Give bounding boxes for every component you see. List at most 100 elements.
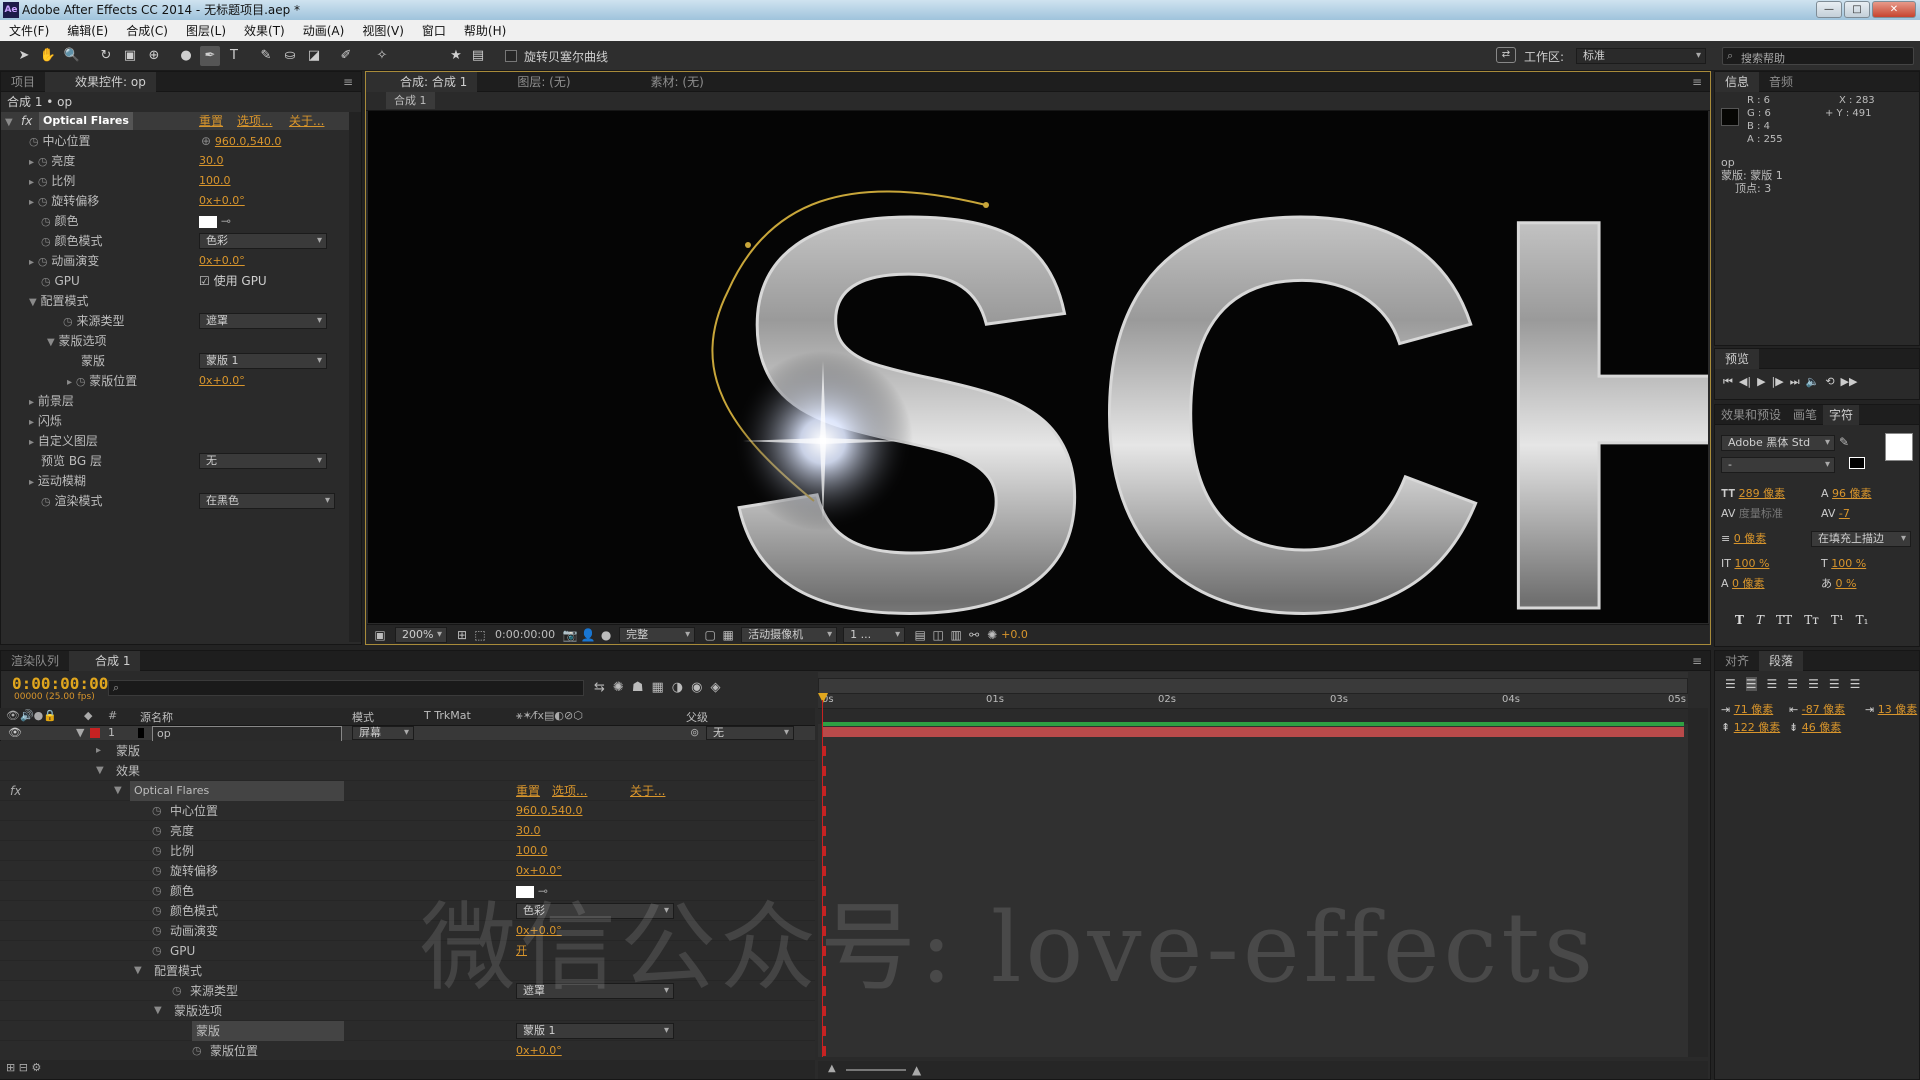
zoom-out-icon[interactable]: ▲ [828,1063,836,1074]
mask-vertex[interactable] [745,242,751,248]
tl-row-value[interactable]: 0x+0.0° [516,1041,562,1061]
prop-row-motion-blur[interactable]: ▸ 运动模糊 [29,472,86,490]
stopwatch-icon[interactable]: ◷ [38,155,48,168]
keyframe-marker[interactable] [822,1046,826,1056]
minimize-button[interactable]: — [1816,1,1842,18]
prop-scale-value[interactable]: 100.0 [199,172,231,190]
col-trkmat[interactable]: T TrkMat [424,709,471,722]
tab-composition[interactable]: 合成: 合成 1 [366,71,478,92]
prop-row-foreground[interactable]: ▸ 前景层 [29,392,74,410]
stopwatch-icon[interactable]: ◷ [41,495,51,508]
fill-color-swatch[interactable] [1885,433,1913,461]
tl-mask-select[interactable]: 蒙版 1 [516,1023,674,1039]
superscript-button[interactable]: T¹ [1831,613,1844,627]
tab-character[interactable]: 字符 [1823,404,1860,425]
prop-evolution-value[interactable]: 0x+0.0° [199,252,245,270]
expand-icon[interactable]: ▼ [76,726,84,740]
brainstorm-icon[interactable]: ◉ [691,680,702,695]
tab-audio[interactable]: 音频 [1759,72,1803,92]
prop-mask-position-value[interactable]: 0x+0.0° [199,372,245,390]
prop-row-gpu[interactable]: ◷ GPU [41,272,80,290]
prop-row-custom-layer[interactable]: ▸ 自定义图层 [29,432,98,450]
stopwatch-icon[interactable]: ◷ [152,821,162,841]
font-size-value[interactable]: 289 像素 [1739,487,1786,500]
visibility-icon[interactable]: 👁 [8,726,22,740]
camera-tool-icon[interactable]: ▣ [120,46,140,66]
play-icon[interactable]: ▶ [1757,375,1765,389]
stopwatch-icon[interactable]: ◷ [29,135,39,148]
zoom-in-icon[interactable]: ▲ [912,1063,921,1077]
space-before-value[interactable]: 122 像素 [1734,721,1781,734]
menu-view[interactable]: 视图(V) [353,22,413,39]
fast-preview-icon[interactable]: ◫ [929,627,947,643]
expand-pane-icon[interactable]: ⊞ [6,1061,15,1074]
subscript-button[interactable]: T₁ [1856,613,1869,627]
tl-row-value[interactable]: 100.0 [516,841,548,861]
maximize-button[interactable]: □ [1844,1,1870,18]
stroke-type-select[interactable]: 在填充上描边 [1811,531,1911,547]
tl-row-optical-flares[interactable]: fx ▼ Optical Flares 重置 选项... 关于... [0,781,815,801]
prop-row-flicker[interactable]: ▸ 闪烁 [29,412,62,430]
reset-exposure-icon[interactable]: ✺ [983,627,1001,643]
safe-zones-icon[interactable]: ⊞ [453,627,471,643]
views-select[interactable]: 1 ... [843,626,906,643]
workspace-icon[interactable]: ⇄ [1496,47,1516,63]
tracking-field[interactable]: AV -7 [1821,505,1850,523]
tl-fx-reset-link[interactable]: 重置 [516,781,540,801]
horizontal-scale-field[interactable]: T 100 % [1821,555,1866,573]
timeline-scrollbar[interactable] [1688,708,1708,1057]
justify-right-icon[interactable]: ☰ [1829,677,1840,691]
layer-row[interactable]: 👁 ▼ 1 op 屏幕 ⊚ 无 [0,726,815,742]
vertical-scale-value[interactable]: 100 % [1734,557,1769,570]
stopwatch-icon[interactable]: ◷ [38,195,48,208]
prop-row-scale[interactable]: ▸ ◷ 比例 [29,172,75,190]
align-left-icon[interactable]: ☰ [1725,677,1736,691]
effect-options-link[interactable]: 选项... [237,112,272,130]
tl-row-value[interactable]: 960.0,540.0 [516,801,582,821]
stopwatch-icon[interactable]: ◷ [76,375,86,388]
timeline-search-field[interactable]: ⌕ [108,680,584,696]
stopwatch-icon[interactable]: ◷ [41,275,51,288]
tab-info[interactable]: 信息 [1715,71,1760,92]
zoom-tool-icon[interactable]: 🔍 [62,46,82,66]
workspace-select[interactable]: 标准 [1576,48,1706,64]
leading-field[interactable]: A 96 像素 [1821,485,1872,503]
col-parent[interactable]: 父级 [686,709,708,725]
time-ruler[interactable]: 0s 01s 02s 03s 04s 05s [818,694,1688,708]
stopwatch-icon[interactable]: ◷ [41,215,51,228]
camera-select[interactable]: 活动摄像机 [741,626,838,643]
stroke-width-field[interactable]: ≡ 0 像素 [1721,530,1766,548]
fx-badge-icon[interactable]: fx [10,781,21,801]
menu-file[interactable]: 文件(F) [0,22,58,39]
kerning-value[interactable]: 度量标准 [1739,507,1783,520]
fx-expand-icon[interactable]: ▼ [5,112,13,130]
show-snapshot-icon[interactable]: 👤 [579,627,597,643]
font-family-select[interactable]: Adobe 黑体 Std [1721,435,1835,451]
prop-row-center[interactable]: ◷ 中心位置 [29,132,90,150]
comp-mini-flowchart-icon[interactable]: ⇆ [594,680,605,695]
tl-fx-about-link[interactable]: 关于... [630,781,665,801]
flowchart-icon[interactable]: ⚯ [965,627,983,643]
stopwatch-icon[interactable]: ◷ [152,941,162,961]
prop-brightness-value[interactable]: 30.0 [199,152,224,170]
tl-row-brightness[interactable]: ◷ 亮度 30.0 [0,821,815,841]
menu-help[interactable]: 帮助(H) [455,22,515,39]
next-frame-icon[interactable]: |▶ [1772,375,1784,389]
prop-rotation-value[interactable]: 0x+0.0° [199,192,245,210]
menu-layer[interactable]: 图层(L) [177,22,235,39]
prop-row-config-mode[interactable]: ▼ 配置模式 [29,292,89,310]
panel-menu-icon[interactable]: ≡ [1692,75,1710,89]
tracking-value[interactable]: -7 [1839,507,1850,520]
small-caps-button[interactable]: Tт [1804,613,1819,627]
ram-preview-icon[interactable]: ▶▶ [1841,375,1858,389]
justify-all-icon[interactable]: ☰ [1850,677,1861,691]
effect-about-link[interactable]: 关于... [289,112,324,130]
eyedropper-icon[interactable]: ✎ [1839,435,1849,449]
prop-row-color[interactable]: ◷ 颜色 [41,212,78,230]
tab-layer[interactable]: 图层: (无) [507,72,580,92]
panel-menu-icon[interactable]: ≡ [1692,654,1710,668]
region-of-interest-icon[interactable]: ▢ [701,627,719,643]
close-button[interactable]: ✕ [1872,1,1916,18]
menu-edit[interactable]: 编辑(E) [58,22,117,39]
stroke-width-value[interactable]: 0 像素 [1734,532,1767,545]
